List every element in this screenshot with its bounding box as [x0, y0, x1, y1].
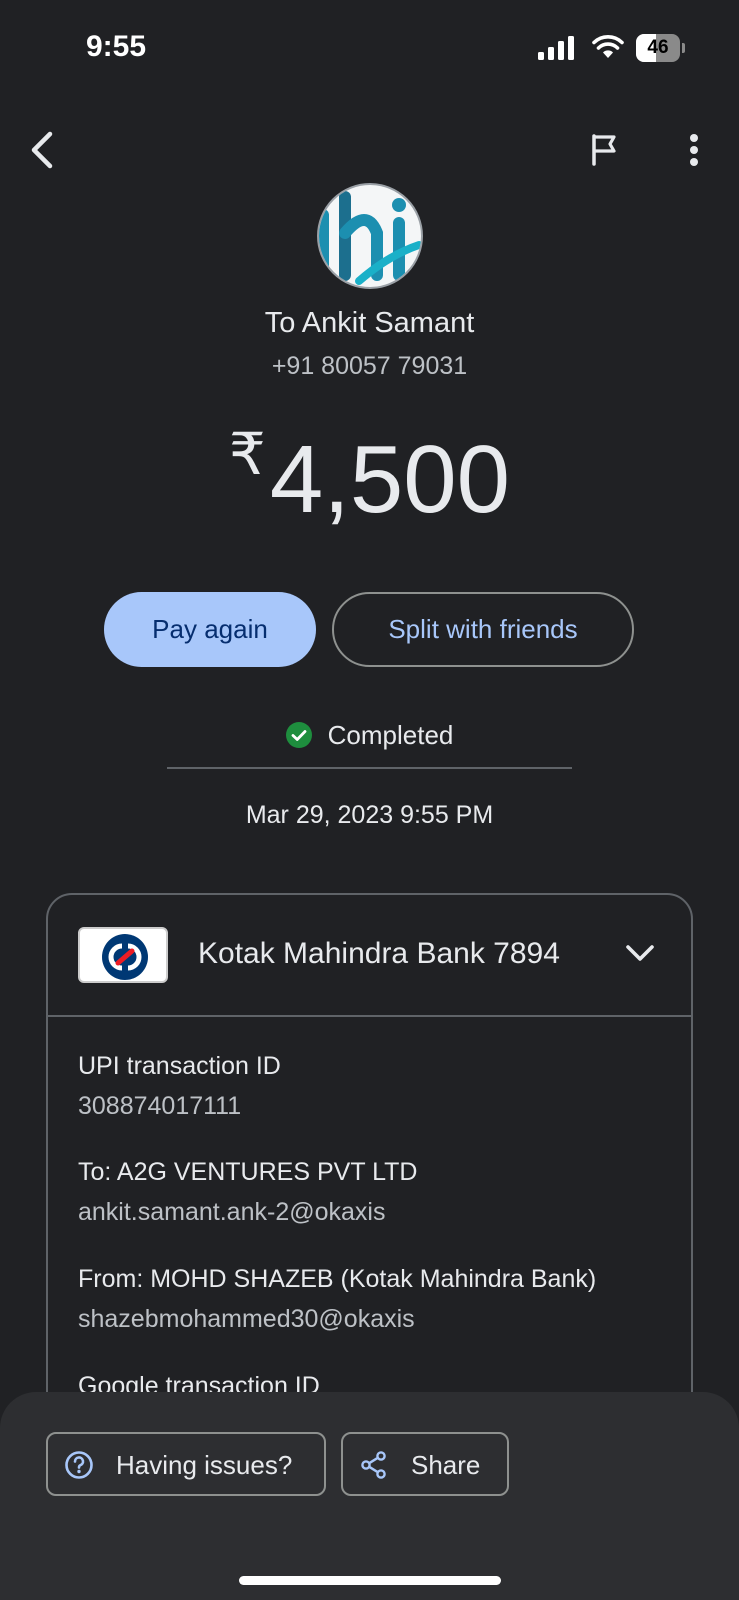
status-label: Completed [327, 720, 454, 750]
pay-again-button[interactable]: Pay again [104, 592, 316, 667]
battery-body: 46 [636, 34, 680, 62]
payment-status: Completed [0, 720, 739, 751]
home-indicator[interactable] [239, 1576, 501, 1585]
bottom-action-sheet [0, 1392, 739, 1600]
having-issues-label: Having issues? [116, 1450, 293, 1480]
currency-symbol: ₹ [228, 422, 266, 487]
payee-upi-value: ankit.samant.ank-2@okaxis [78, 1198, 386, 1226]
recipient-name: To Ankit Samant [264, 307, 475, 339]
transaction-date: Mar 29, 2023 9:55 PM [245, 801, 494, 829]
battery-level: 46 [647, 37, 669, 58]
payer-label: From: MOHD SHAZEB (Kotak Mahindra Bank) [78, 1265, 597, 1293]
payment-details-screen: 9:55 46 To Ankit Samant +91 80057 79031 … [0, 0, 739, 1600]
cellular-signal-icon [538, 36, 574, 60]
having-issues-button[interactable]: Having issues? [46, 1432, 326, 1496]
amount-value: 4,500 [269, 426, 511, 533]
check-circle-icon [285, 722, 312, 748]
kotak-bank-logo [78, 927, 168, 983]
split-with-friends-button[interactable]: Split with friends [332, 592, 634, 667]
more-vertical-icon[interactable] [678, 128, 710, 172]
help-circle-icon [65, 1451, 93, 1479]
recipient-phone: +91 80057 79031 [271, 352, 468, 380]
recipient-avatar [317, 183, 423, 289]
upi-id-value: 308874017111 [78, 1092, 242, 1120]
share-icon [361, 1451, 386, 1479]
payee-label: To: A2G VENTURES PVT LTD [78, 1158, 418, 1186]
upi-id-label: UPI transaction ID [78, 1052, 281, 1080]
payer-upi-value: shazebmohammed30@okaxis [78, 1305, 415, 1333]
payment-amount: ₹4,500 [0, 420, 739, 535]
flag-icon[interactable] [584, 128, 624, 172]
card-divider [48, 1015, 691, 1017]
share-button[interactable]: Share [341, 1432, 509, 1496]
wifi-icon [592, 35, 624, 58]
bank-account-name: Kotak Mahindra Bank 7894 [198, 937, 560, 970]
avatar-logo [319, 191, 421, 285]
share-label: Share [411, 1450, 481, 1480]
battery-indicator: 46 [636, 34, 685, 62]
kotak-logo-mark [102, 934, 148, 980]
chevron-down-icon[interactable] [624, 939, 656, 969]
status-time: 9:55 [86, 30, 147, 63]
battery-cap [682, 43, 685, 53]
back-icon[interactable] [22, 126, 62, 174]
divider [167, 767, 572, 769]
